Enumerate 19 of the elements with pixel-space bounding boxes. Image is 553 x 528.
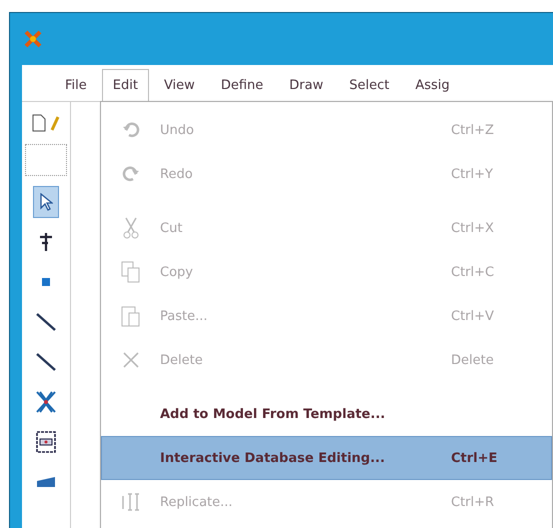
copy-icon xyxy=(121,261,141,283)
line-icon xyxy=(36,313,56,331)
scissors-icon xyxy=(123,217,139,239)
replicate-icon xyxy=(120,492,142,512)
redo-icon xyxy=(122,165,140,183)
line-icon xyxy=(36,353,56,371)
delete-icon xyxy=(122,351,140,369)
paste-icon xyxy=(121,304,141,328)
area-icon xyxy=(36,431,56,453)
menu-bar-item[interactable]: Edit xyxy=(102,69,149,102)
app-logo-icon xyxy=(24,30,42,48)
undo-icon xyxy=(122,121,140,139)
ruler-area xyxy=(25,144,67,176)
menu-item[interactable]: Add to Model From Template... xyxy=(101,392,552,436)
new-file-icon[interactable] xyxy=(32,114,46,132)
pointer-icon xyxy=(39,193,53,211)
point-icon xyxy=(42,278,50,286)
menu-item[interactable]: Interactive Database Editing... Ctrl+E xyxy=(101,436,552,480)
tool-button[interactable] xyxy=(33,186,59,218)
